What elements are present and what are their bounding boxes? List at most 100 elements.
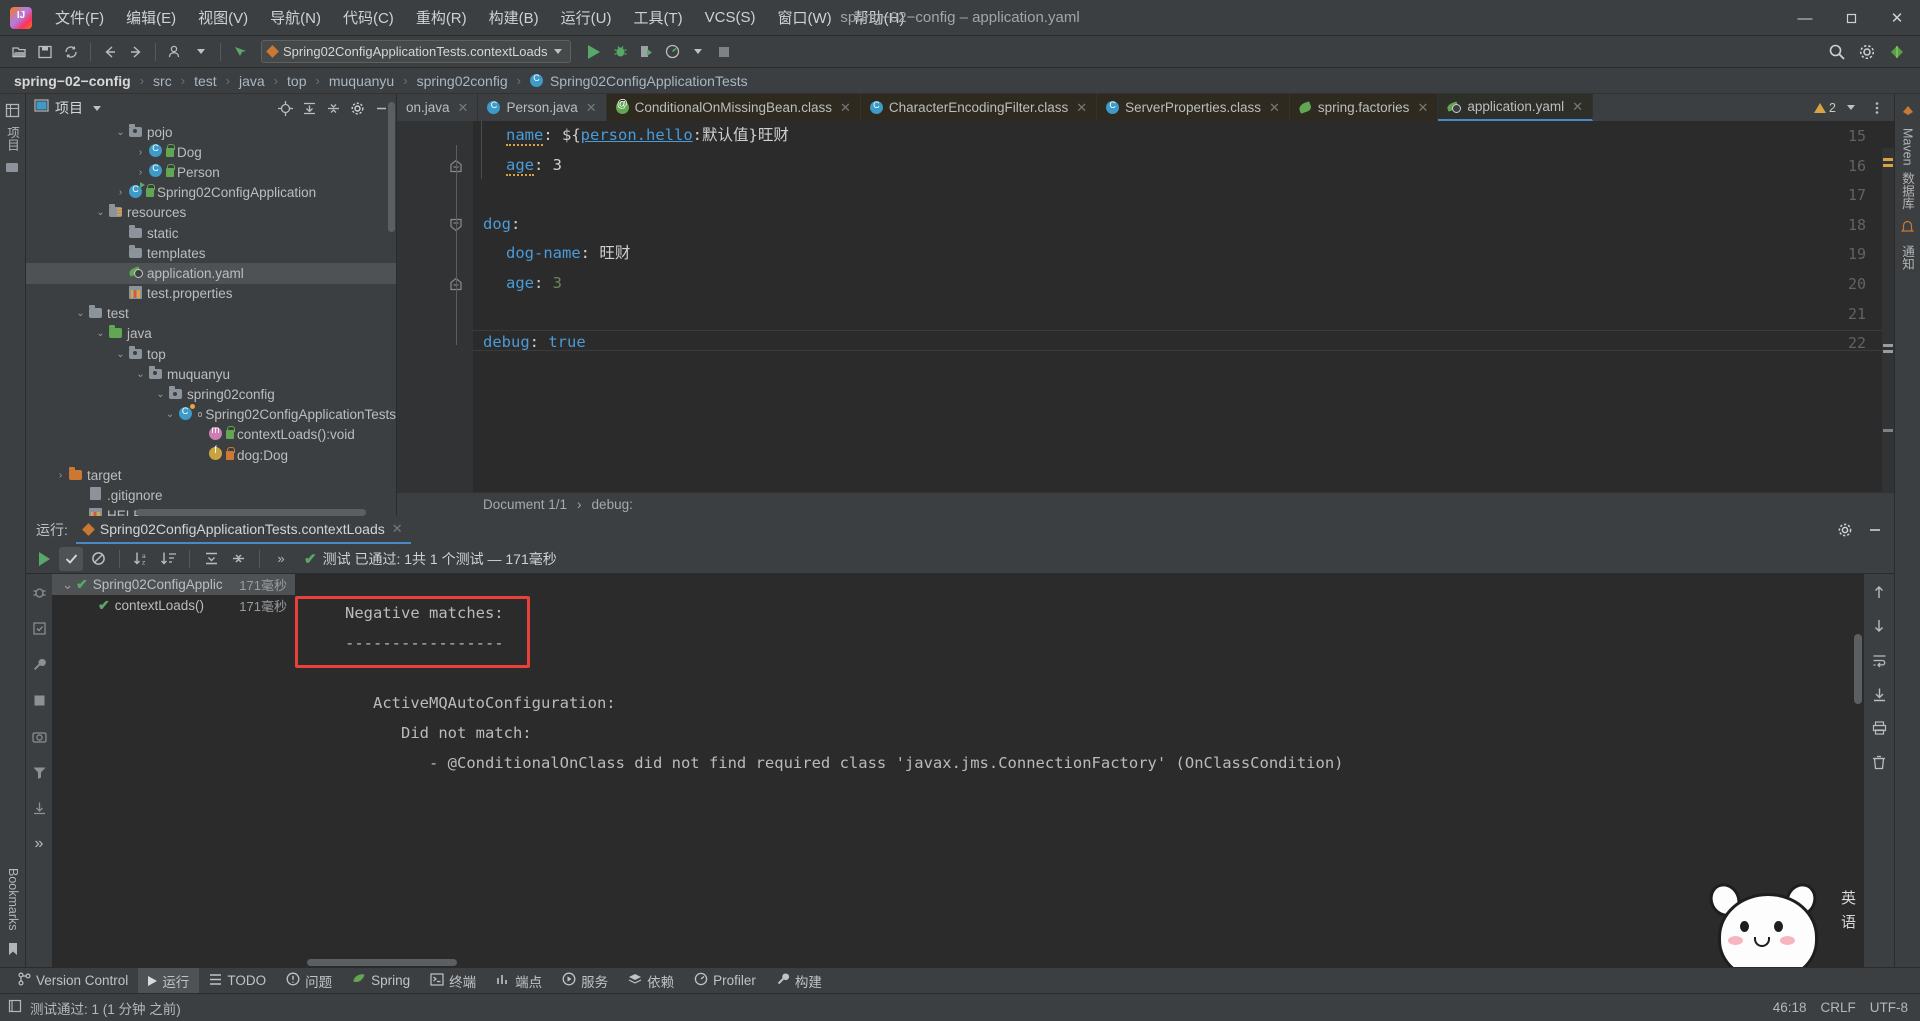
breadcrumb-item-5[interactable]: muquanyu [327, 73, 396, 89]
maven-strip-label[interactable]: Maven [1901, 128, 1915, 166]
chevron-right-icon[interactable]: › [114, 187, 127, 198]
editor-tab[interactable]: ConditionalOnMissingBean.class ✕ [606, 94, 861, 121]
scroll-down-icon[interactable] [1867, 614, 1891, 638]
editor-tab-close-icon[interactable]: ✕ [586, 100, 597, 116]
print-icon[interactable] [1867, 716, 1891, 740]
notifications-strip-label[interactable]: 通知 [1898, 245, 1917, 270]
maven-icon[interactable] [1895, 98, 1920, 122]
structure-tool-icon[interactable] [0, 155, 26, 179]
menu-build[interactable]: 构建(B) [478, 3, 550, 32]
project-tree-item[interactable]: › Person [26, 162, 396, 182]
collapse-all-tests-icon[interactable] [226, 547, 250, 571]
bottom-tab-依赖[interactable]: 依赖 [618, 968, 684, 994]
profiler-caret-icon[interactable] [685, 39, 711, 65]
editor-tab[interactable]: CharacterEncodingFilter.class ✕ [860, 94, 1098, 121]
chevron-down-icon[interactable]: ⌄ [114, 127, 127, 138]
editor-tab[interactable]: spring.factories ✕ [1289, 94, 1439, 121]
bottom-tab-profiler[interactable]: Profiler [684, 968, 766, 994]
filter-icon[interactable] [27, 760, 51, 784]
breadcrumb-item-4[interactable]: top [285, 73, 308, 89]
chevron-right-icon[interactable]: › [134, 147, 147, 158]
notifications-bell-icon[interactable] [1895, 215, 1920, 239]
rerun-button[interactable] [32, 547, 56, 571]
settings-wrench-icon[interactable] [27, 652, 51, 676]
save-all-icon[interactable] [32, 39, 58, 65]
run-with-coverage-button[interactable] [633, 39, 659, 65]
project-tree-hscrollbar[interactable] [76, 509, 376, 516]
run-button[interactable] [581, 39, 607, 65]
run-tab-close-icon[interactable]: ✕ [392, 521, 403, 537]
profiler-button[interactable] [659, 39, 685, 65]
chevron-down-icon[interactable]: ⌄ [74, 308, 87, 319]
test-tree-item[interactable]: ✔ contextLoads() 171毫秒 [52, 595, 295, 616]
expand-all-tests-icon[interactable] [199, 547, 223, 571]
scroll-up-icon[interactable] [1867, 580, 1891, 604]
bottom-tab-终端[interactable]: 终端 [420, 968, 486, 994]
editor-tab[interactable]: application.yaml ✕ [1438, 94, 1594, 121]
editor-gutter[interactable] [397, 121, 473, 516]
menu-code[interactable]: 代码(C) [332, 3, 405, 32]
menu-help[interactable]: 帮助(H) [843, 3, 916, 32]
project-tree-item[interactable]: contextLoads():void [26, 425, 396, 445]
delete-icon[interactable] [1867, 750, 1891, 774]
project-tree-item[interactable]: ⌄ Spring02ConfigApplicationTests [26, 403, 396, 425]
more-run-actions-icon[interactable]: » [27, 832, 51, 856]
breadcrumb-item-2[interactable]: test [192, 73, 219, 89]
breadcrumb-item-6[interactable]: spring02config [415, 73, 510, 89]
project-strip-label[interactable]: 项目 [3, 126, 22, 151]
scroll-to-end-icon[interactable] [1867, 682, 1891, 706]
debugger-icon[interactable] [27, 580, 51, 604]
project-panel-dropdown-icon[interactable] [93, 105, 101, 111]
stop-button[interactable] [711, 39, 737, 65]
project-tool-icon[interactable] [0, 98, 26, 122]
undo-icon[interactable] [227, 39, 253, 65]
open-project-icon[interactable] [6, 39, 32, 65]
minimize-button[interactable]: — [1782, 0, 1828, 36]
bottom-tab-version-control[interactable]: Version Control [8, 968, 138, 994]
hide-ignored-toggle[interactable] [86, 547, 110, 571]
test-results-tree[interactable]: ⌄ ✔ Spring02ConfigApplic 171毫秒 ✔ contextLoads… [52, 574, 295, 967]
chevron-down-icon[interactable]: ⌄ [154, 389, 167, 400]
plugin-update-icon[interactable] [1884, 39, 1910, 65]
chevron-down-icon[interactable]: ⌄ [94, 207, 107, 218]
editor-tab-close-icon[interactable]: ✕ [458, 100, 469, 116]
editor-tab-close-icon[interactable]: ✕ [840, 100, 851, 116]
locate-file-icon[interactable] [274, 97, 296, 119]
file-encoding[interactable]: UTF-8 [1870, 1000, 1908, 1015]
project-tree-item[interactable]: application.yaml [26, 263, 396, 284]
search-everywhere-icon[interactable] [1824, 39, 1850, 65]
console-vertical-scrollbar[interactable] [1854, 634, 1862, 704]
project-tree-item[interactable]: ⌄ top [26, 344, 396, 364]
run-console-output[interactable]: Negative matches: ----------------- Activ… [295, 574, 1864, 967]
bottom-tab-运行[interactable]: 运行 [138, 967, 200, 994]
project-tree-item[interactable]: ⌄ resources [26, 203, 396, 223]
camera-icon[interactable] [27, 724, 51, 748]
close-button[interactable]: ✕ [1874, 0, 1920, 36]
rerun-failed-icon[interactable] [27, 616, 51, 640]
project-tree-scrollbar[interactable] [387, 94, 396, 516]
breadcrumb-item-1[interactable]: src [151, 73, 174, 89]
run-configuration-selector[interactable]: Spring02ConfigApplicationTests.contextLo… [261, 40, 571, 63]
project-tree-item[interactable]: › Spring02ConfigApplication [26, 181, 396, 203]
caret-position[interactable]: 46:18 [1773, 1000, 1807, 1015]
menu-run[interactable]: 运行(U) [550, 3, 623, 32]
menu-window[interactable]: 窗口(W) [766, 3, 842, 32]
run-window-minimize-icon[interactable] [1864, 519, 1886, 541]
breadcrumb-item-7[interactable]: Spring02ConfigApplicationTests [548, 73, 750, 89]
bottom-tab-端点[interactable]: 端点 [486, 968, 552, 994]
project-tree-item[interactable]: ⌄ test [26, 304, 396, 324]
chevron-down-icon[interactable]: ⌄ [62, 577, 76, 593]
settings-gear-icon[interactable] [1854, 39, 1880, 65]
event-log-icon[interactable] [8, 999, 22, 1016]
editor-tab-close-icon[interactable]: ✕ [1076, 100, 1087, 116]
tab-list-chevron-down-icon[interactable] [1840, 97, 1862, 119]
project-tree-item[interactable]: templates [26, 243, 396, 263]
project-tree-item[interactable]: › target [26, 465, 396, 485]
chevron-right-icon[interactable]: › [134, 167, 147, 178]
bookmarks-strip-label[interactable]: Bookmarks [6, 868, 20, 931]
project-tree-item[interactable]: .gitignore [26, 485, 396, 505]
chevron-down-icon[interactable]: ⌄ [134, 369, 147, 380]
maximize-button[interactable] [1828, 0, 1874, 36]
project-tree-item[interactable]: › Dog [26, 142, 396, 162]
bookmarks-icon[interactable] [0, 937, 26, 961]
